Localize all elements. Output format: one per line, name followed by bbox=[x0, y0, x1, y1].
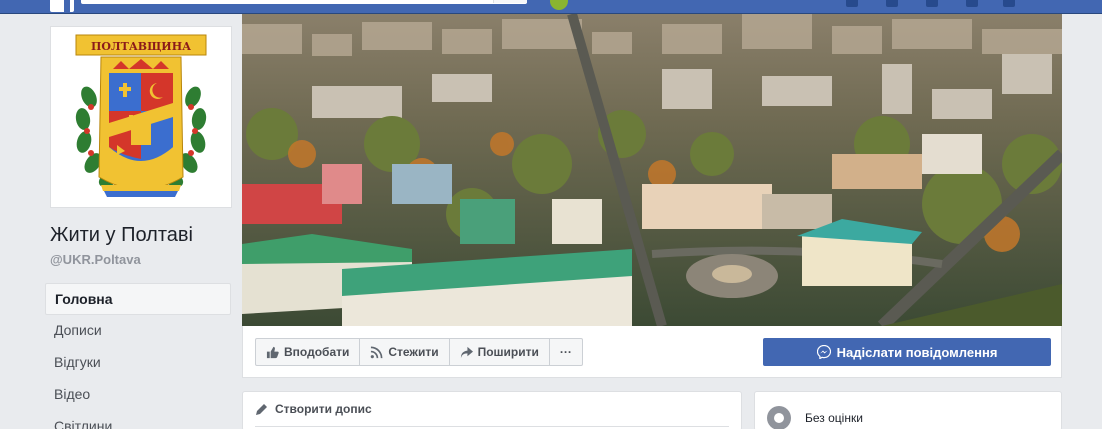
more-options-icon: ··· bbox=[559, 345, 572, 359]
messages-icon[interactable] bbox=[886, 0, 898, 7]
search-button[interactable] bbox=[493, 0, 527, 3]
more-options-button[interactable]: ··· bbox=[550, 339, 582, 365]
friend-requests-icon[interactable] bbox=[846, 0, 858, 7]
share-button[interactable]: Поширити bbox=[450, 339, 550, 365]
rating-card: Без оцінки bbox=[754, 391, 1062, 429]
create-post-title: Створити допис bbox=[275, 402, 372, 416]
top-navigation-bar bbox=[0, 0, 1102, 14]
page-handle[interactable]: @UKR.Poltava bbox=[50, 252, 141, 267]
composer-divider bbox=[255, 426, 729, 427]
messenger-icon bbox=[816, 345, 831, 359]
facebook-logo-icon[interactable] bbox=[50, 0, 74, 12]
page-navigation: Головна Дописи Відгуки Відео Світлини bbox=[45, 283, 231, 429]
cover-photo[interactable] bbox=[242, 14, 1062, 326]
notifications-icon[interactable] bbox=[926, 0, 938, 7]
page-action-buttons: Вподобати Стежити Поширити ··· bbox=[255, 338, 583, 366]
search-input[interactable] bbox=[81, 0, 527, 4]
create-post-card[interactable]: Створити допис bbox=[242, 391, 742, 429]
share-arrow-icon bbox=[460, 346, 473, 358]
send-message-label: Надіслати повідомлення bbox=[836, 344, 998, 360]
page-title: Жити у Полтаві bbox=[50, 224, 193, 246]
rating-label: Без оцінки bbox=[805, 411, 863, 425]
crest-banner-text: ПОЛТАВЩИНА bbox=[91, 40, 191, 53]
poltava-crest-logo: ПОЛТАВЩИНА bbox=[75, 34, 207, 197]
help-icon[interactable] bbox=[966, 0, 978, 7]
like-button[interactable]: Вподобати bbox=[256, 339, 361, 365]
page-profile-picture[interactable]: ПОЛТАВЩИНА bbox=[50, 26, 232, 208]
page-action-bar: Вподобати Стежити Поширити ··· Надіслати… bbox=[242, 326, 1062, 378]
city-aerial-image bbox=[242, 14, 1062, 326]
rating-icon bbox=[767, 406, 791, 429]
user-avatar[interactable] bbox=[550, 0, 568, 10]
nav-item-videos[interactable]: Відео bbox=[45, 379, 231, 411]
like-button-label: Вподобати bbox=[284, 345, 350, 359]
share-button-label: Поширити bbox=[477, 345, 539, 359]
nav-item-photos[interactable]: Світлини bbox=[45, 411, 231, 429]
follow-button-label: Стежити bbox=[388, 345, 439, 359]
follow-button[interactable]: Стежити bbox=[360, 339, 450, 365]
thumbs-up-icon bbox=[266, 346, 279, 358]
rss-icon bbox=[371, 346, 383, 358]
send-message-button[interactable]: Надіслати повідомлення bbox=[763, 338, 1051, 366]
account-menu-icon[interactable] bbox=[1003, 0, 1015, 7]
nav-item-posts[interactable]: Дописи bbox=[45, 315, 231, 347]
pencil-icon bbox=[256, 404, 267, 415]
nav-item-reviews[interactable]: Відгуки bbox=[45, 347, 231, 379]
nav-item-home[interactable]: Головна bbox=[45, 283, 231, 315]
